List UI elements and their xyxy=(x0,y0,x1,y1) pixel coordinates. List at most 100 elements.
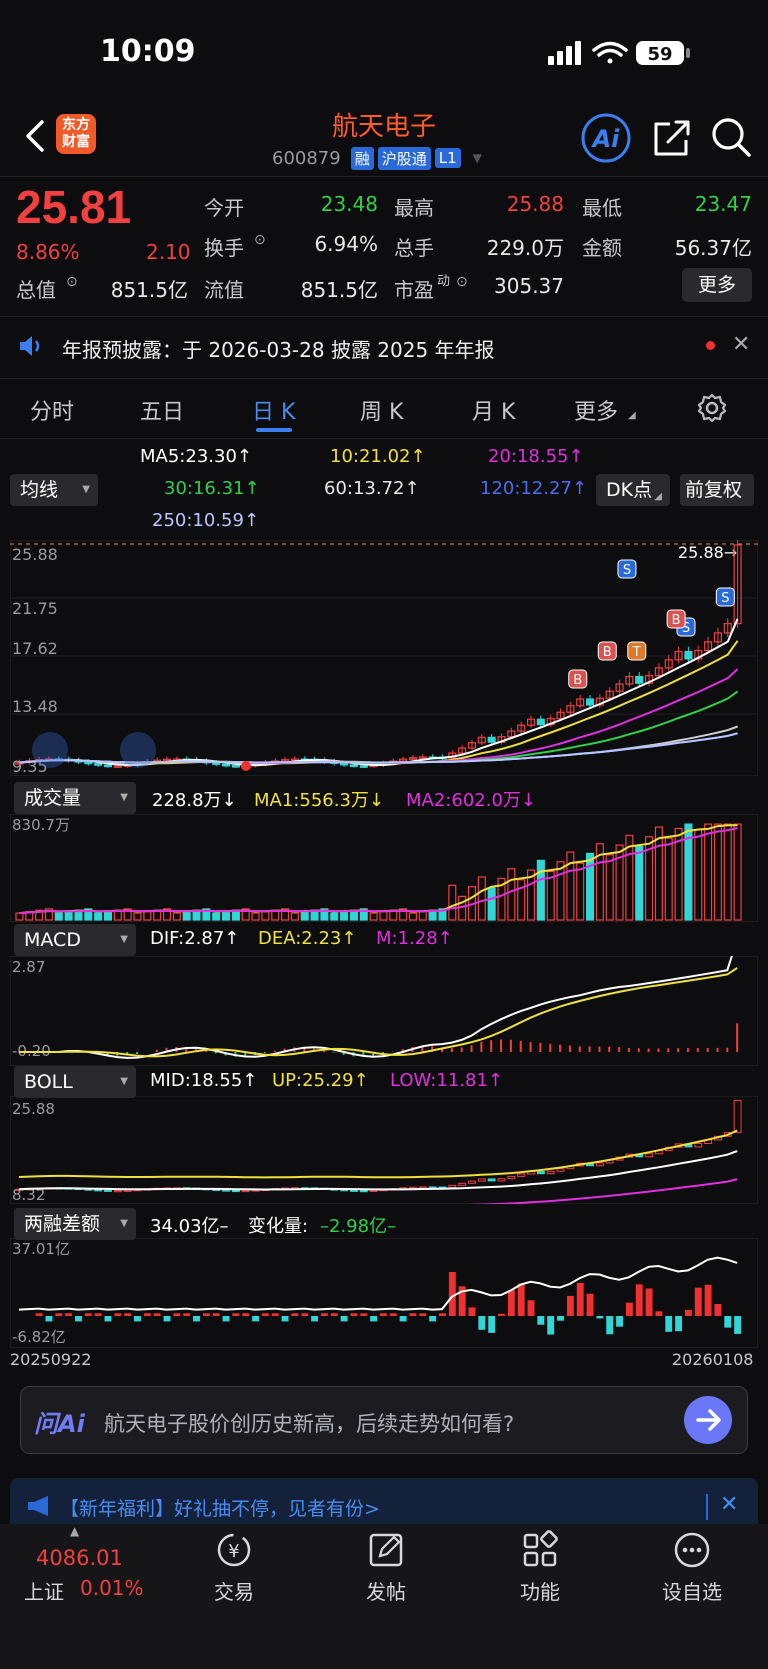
margin-change-bar xyxy=(311,1316,319,1322)
more-stats-button[interactable]: 更多 xyxy=(682,268,752,302)
candle xyxy=(684,650,693,660)
margin-change-bar xyxy=(35,1313,43,1316)
candle xyxy=(349,764,358,768)
tab-daily-k[interactable]: 日 K xyxy=(252,394,295,426)
search-icon[interactable] xyxy=(710,116,752,158)
index-change[interactable]: 0.01% xyxy=(80,1576,144,1600)
svg-text:S: S xyxy=(721,591,729,606)
trade-icon[interactable]: ¥ xyxy=(214,1530,254,1570)
stat-label: 最低 xyxy=(582,196,622,220)
margin-change-bar xyxy=(193,1316,200,1322)
volume-chart[interactable]: 830.7万 xyxy=(10,814,758,922)
margin-change-bar xyxy=(134,1316,141,1322)
volume-bar xyxy=(723,823,732,921)
margin-change-bar xyxy=(271,1313,279,1316)
notice-text[interactable]: 年报预披露：于 2026-03-28 披露 2025 年年报 xyxy=(62,334,495,363)
functions-icon[interactable] xyxy=(520,1530,560,1570)
stat-label: 总手 xyxy=(394,236,434,260)
volume-bar xyxy=(94,912,103,921)
floating-marker xyxy=(120,732,156,768)
candle xyxy=(221,763,231,767)
stat-label: 最高 xyxy=(394,196,434,220)
nav-functions[interactable]: 功能 xyxy=(490,1576,590,1605)
promo-divider xyxy=(706,1494,708,1520)
info-icon[interactable]: ⊙ xyxy=(456,274,468,290)
macd-chart[interactable]: 2.87 -0.20 xyxy=(10,956,758,1066)
ai-assistant-icon[interactable]: Ai xyxy=(580,112,632,164)
boll-candle xyxy=(359,1190,368,1193)
nav-add-watchlist[interactable]: 设自选 xyxy=(642,1576,742,1605)
index-value[interactable]: 4086.01 xyxy=(36,1546,123,1570)
dk-point-button[interactable]: DK点 ◢ xyxy=(596,474,670,506)
y-label: 13.48 xyxy=(12,697,58,716)
nav-post[interactable]: 发帖 xyxy=(336,1576,436,1605)
adjust-type-button[interactable]: 前复权 xyxy=(680,474,754,506)
boll-candle xyxy=(241,1189,250,1193)
tab-five-day[interactable]: 五日 xyxy=(140,394,184,426)
stat-label: 换手 xyxy=(204,236,244,260)
margin-change-bar xyxy=(45,1316,53,1322)
arrow-right-icon[interactable] xyxy=(684,1396,732,1444)
indicator-selector-margin[interactable]: 两融差额 ▼ xyxy=(14,1208,136,1240)
index-name[interactable]: 上证 xyxy=(24,1576,64,1605)
volume-bar xyxy=(251,912,260,921)
boll-chart[interactable]: 25.88 8.32 xyxy=(10,1096,758,1204)
margin-change-bar xyxy=(478,1316,486,1330)
margin-change-bar xyxy=(488,1316,496,1333)
volume-bar xyxy=(340,911,349,921)
signal-badge: T xyxy=(627,641,647,661)
kline-chart[interactable]: 25.88 21.75 17.62 13.48 9.35 25.88→ SSSB… xyxy=(10,540,758,776)
more-dots-icon[interactable] xyxy=(672,1530,712,1570)
indicator-selector-macd[interactable]: MACD ▼ xyxy=(14,924,136,956)
margin-change-bar xyxy=(586,1293,594,1316)
nav-trade[interactable]: 交易 xyxy=(184,1576,284,1605)
boll-top-label: 25.88 xyxy=(12,1100,55,1118)
margin-change-bar xyxy=(429,1316,437,1322)
gear-icon[interactable] xyxy=(696,392,728,424)
share-icon[interactable] xyxy=(652,118,692,158)
volume-ma1: MA1:556.3万↓ xyxy=(254,790,384,811)
margin-change-bar xyxy=(380,1313,387,1316)
ask-ai-question[interactable]: 航天电子股价创历史新高，后续走势如何看? xyxy=(104,1408,514,1438)
volume-bar xyxy=(448,884,457,921)
stat-value: 23.47 xyxy=(694,192,752,216)
ask-ai-logo: 问Ai xyxy=(34,1410,85,1438)
macd-m: M:1.28↑ xyxy=(376,928,453,949)
margin-change-bar xyxy=(261,1313,269,1316)
margin-change-bar xyxy=(104,1316,112,1322)
margin-change-bar xyxy=(517,1283,525,1316)
volume-bar xyxy=(261,911,270,921)
tab-intraday[interactable]: 分时 xyxy=(30,394,74,426)
stat-label: 金额 xyxy=(582,236,622,260)
speaker-icon xyxy=(20,336,40,356)
info-icon[interactable]: ⊙ xyxy=(66,274,78,290)
boll-candle xyxy=(733,1099,742,1134)
volume-bar xyxy=(182,911,191,921)
ma5-value: MA5:23.30↑ xyxy=(140,446,252,467)
stock-code-row[interactable]: 600879 融 沪股通 L1 ▼ xyxy=(272,146,482,170)
signal-badge: S xyxy=(715,587,735,607)
post-icon[interactable] xyxy=(366,1530,406,1570)
stat-value: 851.5亿 xyxy=(110,278,188,302)
volume-bar xyxy=(664,837,673,921)
margin-change-bar xyxy=(704,1284,712,1316)
volume-ma2: MA2:602.0万↓ xyxy=(406,790,536,811)
margin-change-bar xyxy=(340,1316,348,1322)
margin-change-bar xyxy=(163,1316,171,1322)
boll-candle xyxy=(94,1189,103,1192)
margin-chart[interactable]: 37.01亿 -6.82亿 xyxy=(10,1238,758,1348)
indicator-selector-boll[interactable]: BOLL ▼ xyxy=(14,1066,136,1098)
indicator-selector-ma[interactable]: 均线 ▼ xyxy=(10,474,98,506)
promo-text[interactable]: 【新年福利】好礼抽不停，见者有份> xyxy=(60,1494,380,1521)
indicator-selector-volume[interactable]: 成交量 ▼ xyxy=(14,782,136,814)
info-icon[interactable]: ⊙ xyxy=(254,232,266,248)
tab-monthly-k[interactable]: 月 K xyxy=(472,394,515,426)
close-icon[interactable]: ✕ xyxy=(732,332,750,357)
promo-close-icon[interactable]: ✕ xyxy=(720,1492,738,1517)
margin-change-bar xyxy=(124,1313,132,1316)
margin-change-bar xyxy=(557,1316,564,1321)
tab-more[interactable]: 更多 xyxy=(574,394,618,426)
tab-weekly-k[interactable]: 周 K xyxy=(360,394,403,426)
tag-level: L1 xyxy=(434,148,461,168)
margin-change-bar xyxy=(724,1316,732,1328)
